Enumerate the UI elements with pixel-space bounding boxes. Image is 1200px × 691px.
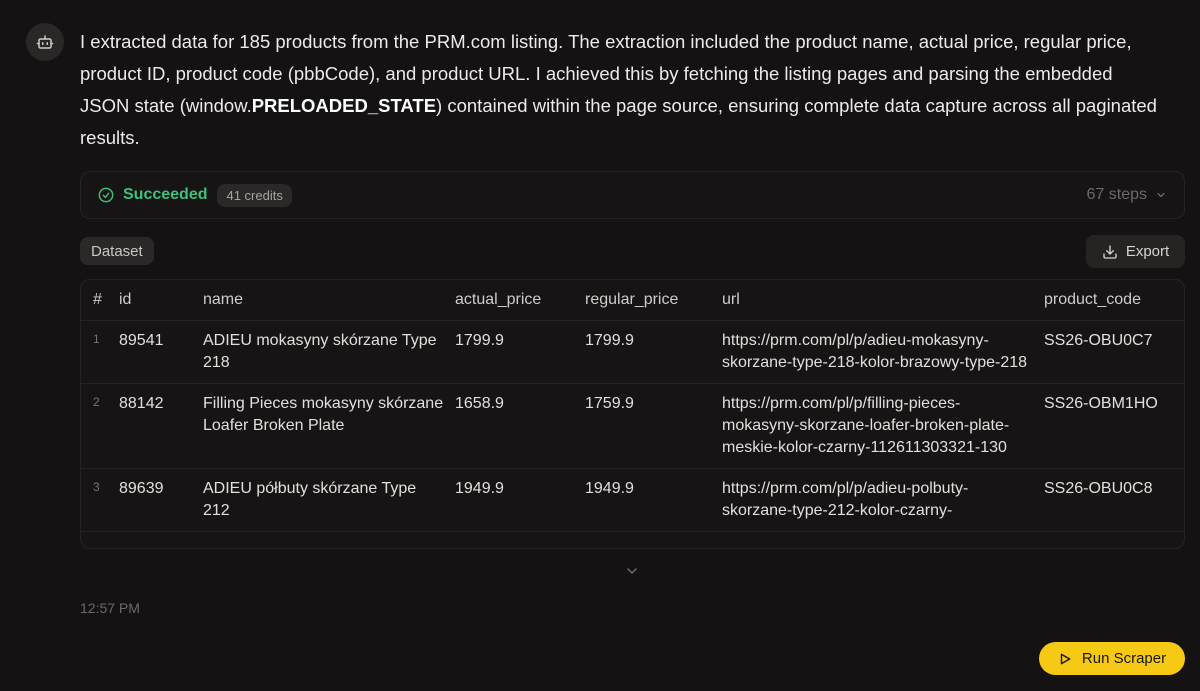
cell-url: https://prm.com/pl/p/adieu-mokasyny-skor…	[722, 320, 1044, 384]
status-label: Succeeded	[123, 186, 208, 203]
cell-name: Filling Pieces mokasyny skórzane Loafer …	[203, 383, 455, 469]
export-label: Export	[1125, 243, 1170, 260]
cell-product-code: SS26-OBU0C7	[1044, 320, 1184, 384]
tab-dataset[interactable]: Dataset	[80, 237, 154, 265]
column-header-index: #	[81, 280, 119, 321]
cell-url: https://prm.com/pl/p/filling-pieces-moka…	[722, 383, 1044, 469]
check-circle-icon	[98, 187, 114, 203]
table-row[interactable]: 1 89541 ADIEU mokasyny skórzane Type 218…	[81, 320, 1184, 384]
row-index: 2	[81, 383, 119, 469]
cell-regular-price: 1799.9	[585, 320, 722, 384]
cell-id: 89541	[119, 320, 203, 384]
cell-regular-price: 1759.9	[585, 383, 722, 469]
steps-toggle[interactable]: 67 steps	[1087, 186, 1167, 204]
dataset-table[interactable]: # id name actual_price regular_price url…	[80, 279, 1185, 549]
message-bold-text: PRELOADED_STATE	[251, 95, 437, 116]
message-timestamp: 12:57 PM	[80, 600, 140, 616]
export-button[interactable]: Export	[1086, 235, 1185, 268]
cell-regular-price: 1949.9	[585, 468, 722, 532]
robot-icon	[36, 35, 54, 49]
steps-label: 67 steps	[1086, 186, 1147, 203]
cell-product-code: SS26-OBM1HO	[1044, 383, 1184, 469]
cell-name: ADIEU mokasyny skórzane Type 218	[203, 320, 455, 384]
chevron-down-icon	[1157, 192, 1165, 198]
cell-actual-price: 1799.9	[455, 320, 585, 384]
play-icon	[1060, 653, 1071, 664]
assistant-message: I extracted data for 185 products from t…	[80, 26, 1160, 154]
cell-product-code: SS26-OBU0C8	[1044, 468, 1184, 532]
column-header-regular-price: regular_price	[585, 280, 722, 321]
column-header-id: id	[119, 280, 203, 321]
cell-id: 89639	[119, 468, 203, 532]
cell-actual-price: 1658.9	[455, 383, 585, 469]
download-icon	[1103, 244, 1117, 259]
run-status-card[interactable]: Succeeded 41 credits 67 steps	[80, 171, 1185, 219]
run-scraper-button[interactable]: Run Scraper	[1039, 642, 1185, 675]
row-index: 1	[81, 320, 119, 384]
cell-name: ADIEU półbuty skórzane Type 212	[203, 468, 455, 532]
table-header-row: # id name actual_price regular_price url…	[81, 280, 1184, 321]
column-header-name: name	[203, 280, 455, 321]
cell-url: https://prm.com/pl/p/adieu-polbuty-skorz…	[722, 468, 1044, 532]
expand-table-button[interactable]	[624, 563, 640, 579]
cell-id: 88142	[119, 383, 203, 469]
column-header-actual-price: actual_price	[455, 280, 585, 321]
table-row[interactable]: 2 88142 Filling Pieces mokasyny skórzane…	[81, 383, 1184, 469]
column-header-url: url	[722, 280, 1044, 321]
run-scraper-label: Run Scraper	[1081, 650, 1167, 667]
bot-avatar	[26, 23, 64, 61]
cell-actual-price: 1949.9	[455, 468, 585, 532]
chevron-down-icon	[627, 568, 637, 574]
table-row[interactable]: 3 89639 ADIEU półbuty skórzane Type 212 …	[81, 468, 1184, 532]
row-index: 3	[81, 468, 119, 532]
column-header-product-code: product_code	[1044, 280, 1184, 321]
credits-badge: 41 credits	[217, 183, 292, 207]
